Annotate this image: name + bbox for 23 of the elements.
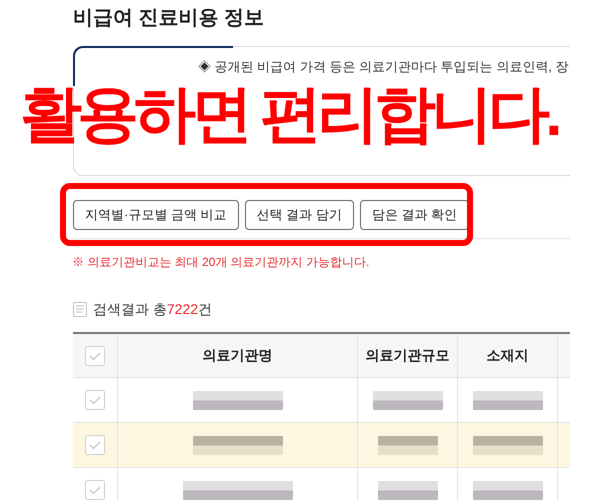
column-header: 소재지 [486, 346, 528, 365]
table-row[interactable] [73, 423, 570, 468]
checkbox[interactable] [85, 346, 105, 366]
document-icon [73, 302, 87, 317]
blurred-text [372, 390, 442, 410]
blurred-text [472, 390, 542, 410]
column-header: 의료기관규모 [366, 346, 450, 365]
blurred-text [378, 480, 438, 500]
action-button[interactable]: 담은 결과 확인 [360, 200, 470, 230]
comparison-limit-note: ※ 의료기관비교는 최대 20개 의료기관까지 가능합니다. [72, 254, 370, 271]
checkbox[interactable] [85, 390, 105, 410]
overlay-caption: 활용하면 편리합니다. [20, 82, 558, 148]
blurred-text [472, 436, 542, 454]
checkbox[interactable] [85, 480, 105, 500]
action-button[interactable]: 선택 결과 담기 [244, 200, 354, 230]
blurred-text [472, 480, 542, 500]
page-title: 비급여 진료비용 정보 [73, 6, 264, 31]
action-button[interactable]: 지역별·규모별 금액 비교 [73, 200, 239, 230]
checkbox[interactable] [85, 435, 105, 455]
column-header: 의료기관명 [202, 346, 272, 365]
notice-text: ◈ 공개된 비급여 가격 등은 의료기관마다 투입되는 의료인력, 장 [198, 58, 569, 76]
search-result-count: 검색결과 총7222건 [93, 300, 212, 319]
blurred-text [378, 436, 438, 454]
